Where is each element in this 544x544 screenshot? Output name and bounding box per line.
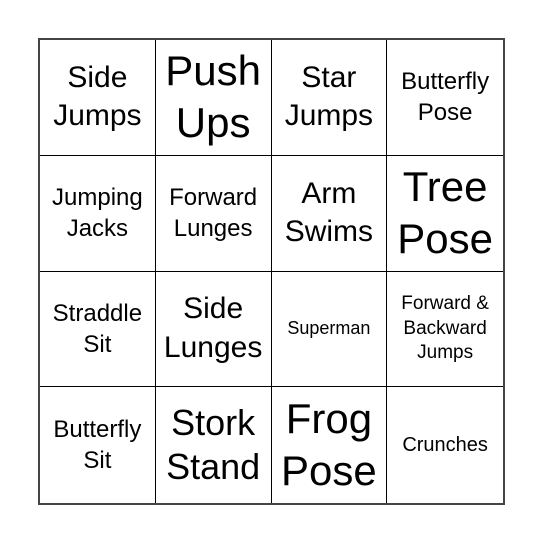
bingo-cell[interactable]: Butterfly Sit <box>40 387 156 503</box>
cell-text: Side Jumps <box>53 60 142 133</box>
bingo-cell[interactable]: Side Jumps <box>40 40 156 156</box>
cell-text: Superman <box>287 318 371 339</box>
bingo-cell[interactable]: Side Lunges <box>155 271 272 388</box>
bingo-cell[interactable]: Forward Lunges <box>155 155 272 272</box>
bingo-cell[interactable]: Jumping Jacks <box>40 155 156 272</box>
bingo-cell[interactable]: Forward & Backward Jumps <box>387 272 503 388</box>
cell-text: Butterfly Sit <box>53 415 142 475</box>
bingo-cell[interactable]: Arm Swims <box>271 155 388 272</box>
cell-text: Frog Pose <box>281 394 377 495</box>
cell-text: Arm Swims <box>284 176 374 249</box>
bingo-cell[interactable]: Push Ups <box>155 40 272 156</box>
cell-text: Straddle Sit <box>52 299 143 358</box>
bingo-cell[interactable]: Tree Pose <box>387 156 503 272</box>
cell-text: Side Lunges <box>163 292 263 364</box>
bingo-cell[interactable]: Star Jumps <box>271 40 388 156</box>
cell-text: Forward Lunges <box>169 183 258 243</box>
bingo-cell[interactable]: Stork Stand <box>156 387 272 503</box>
cell-text: Stork Stand <box>166 402 261 488</box>
bingo-cell[interactable]: Crunches <box>387 387 503 503</box>
bingo-cell[interactable]: Straddle Sit <box>40 271 156 388</box>
cell-text: Star Jumps <box>284 60 374 133</box>
cell-text: Crunches <box>402 434 488 457</box>
bingo-cell[interactable]: Frog Pose <box>272 387 388 503</box>
cell-text: Jumping Jacks <box>52 183 143 243</box>
cell-text: Tree Pose <box>397 162 493 263</box>
bingo-cell[interactable]: Butterfly Pose <box>387 40 503 156</box>
bingo-cell[interactable]: Superman <box>271 271 388 388</box>
cell-text: Push Ups <box>165 46 261 147</box>
bingo-card: Side Jumps Push Ups Star Jumps Butterfly… <box>38 38 505 505</box>
cell-text: Butterfly Pose <box>401 68 490 127</box>
cell-text: Forward & Backward Jumps <box>401 292 489 364</box>
